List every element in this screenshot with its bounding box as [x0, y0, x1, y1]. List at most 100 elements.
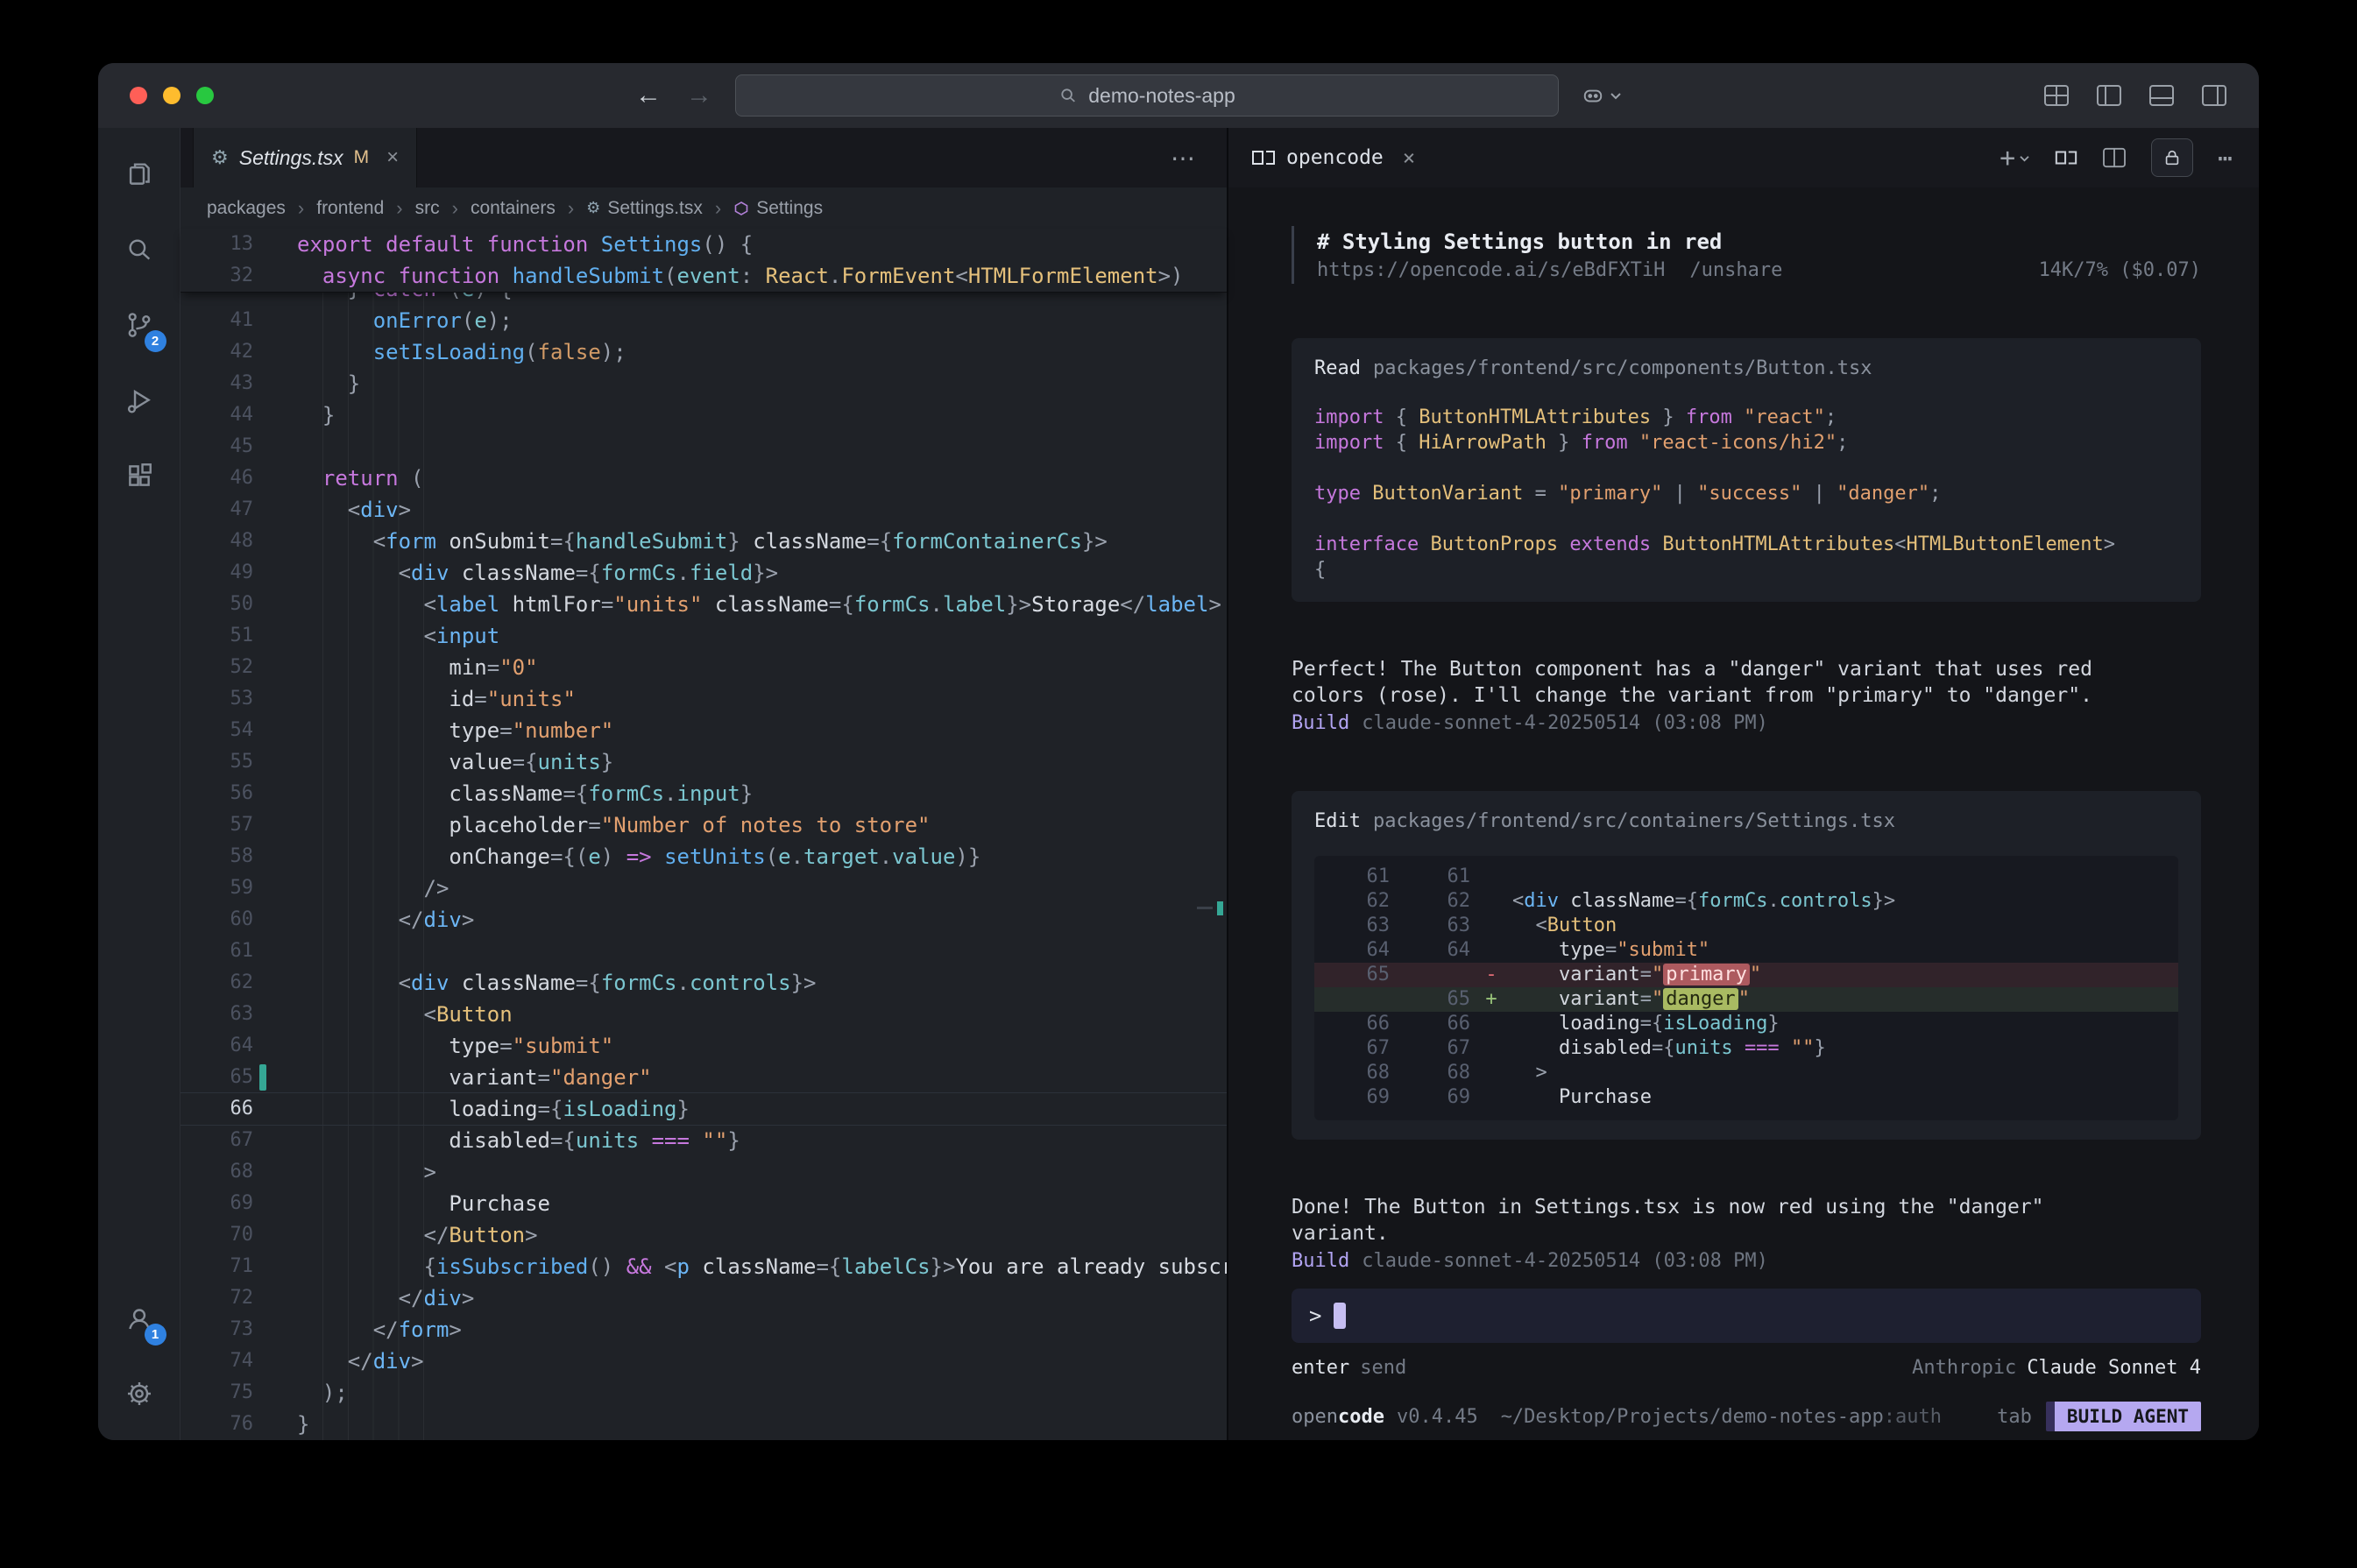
- code-line[interactable]: 49 <div className={formCs.field}>: [180, 557, 1227, 589]
- code-line[interactable]: 48 <form onSubmit={handleSubmit} classNa…: [180, 526, 1227, 557]
- code-line[interactable]: 57 placeholder="Number of notes to store…: [180, 809, 1227, 841]
- diff-row: 6363 <Button: [1314, 914, 2178, 938]
- code-line[interactable]: 65 variant="danger": [180, 1062, 1227, 1093]
- search-sidebar-button[interactable]: [98, 212, 180, 287]
- extensions-button[interactable]: [98, 438, 180, 513]
- panel-tab-opencode[interactable]: opencode ×: [1251, 145, 1415, 170]
- code-line[interactable]: 72 </div>: [180, 1282, 1227, 1314]
- sticky-line[interactable]: 13export default function Settings() {: [180, 229, 1227, 260]
- model-timestamp: claude-sonnet-4-20250514 (03:08 PM): [1362, 712, 1768, 734]
- diff-old-line-number: 63: [1314, 914, 1390, 938]
- breadcrumb-label: src: [415, 198, 440, 219]
- code-line[interactable]: 54 type="number": [180, 715, 1227, 746]
- code-text: value={units}: [297, 746, 613, 778]
- breadcrumb-item[interactable]: containers: [471, 198, 556, 219]
- code-line[interactable]: 67 disabled={units === ""}: [180, 1125, 1227, 1156]
- code-line[interactable]: 59 />: [180, 872, 1227, 904]
- diff-row: 65+ variant="danger": [1314, 987, 2178, 1012]
- sticky-line-number: 13: [180, 229, 297, 260]
- maximize-panel-toggle[interactable]: [2151, 138, 2193, 177]
- panel-code-line: type ButtonVariant = "primary" | "succes…: [1314, 481, 2178, 506]
- code-line[interactable]: 62 <div className={formCs.controls}>: [180, 967, 1227, 999]
- code-line[interactable]: 76}: [180, 1409, 1227, 1440]
- new-terminal-button[interactable]: +: [2000, 143, 2030, 173]
- code-line[interactable]: 56 className={formCs.input}: [180, 778, 1227, 809]
- opencode-menu-icon[interactable]: [2055, 149, 2077, 166]
- agent-mode-label: Build: [1292, 712, 1349, 734]
- code-line[interactable]: 60 </div>: [180, 904, 1227, 936]
- code-line[interactable]: 52 min="0": [180, 652, 1227, 683]
- agent-badge[interactable]: BUILD AGENT: [2046, 1402, 2201, 1431]
- code-line[interactable]: 66 loading={isLoading}: [180, 1093, 1227, 1125]
- breadcrumb-item[interactable]: src: [415, 198, 440, 219]
- code-line[interactable]: 70 </Button>: [180, 1219, 1227, 1251]
- accounts-button[interactable]: 1: [98, 1281, 180, 1356]
- breadcrumb-item[interactable]: frontend: [316, 198, 384, 219]
- code-line[interactable]: 44 }: [180, 399, 1227, 431]
- breadcrumb-item[interactable]: Settings: [733, 198, 823, 219]
- code-line[interactable]: 42 setIsLoading(false);: [180, 336, 1227, 368]
- diff-code: >: [1512, 1061, 1547, 1085]
- code-line[interactable]: 45: [180, 431, 1227, 463]
- breadcrumb-item[interactable]: packages: [207, 198, 286, 219]
- code-line[interactable]: 68 >: [180, 1156, 1227, 1188]
- code-line[interactable]: 73 </form>: [180, 1314, 1227, 1346]
- code-line[interactable]: 55 value={units}: [180, 746, 1227, 778]
- share-url[interactable]: https://opencode.ai/s/eBdFXTiH: [1317, 258, 1665, 284]
- code-line[interactable]: 69 Purchase: [180, 1188, 1227, 1219]
- code-line[interactable]: 61: [180, 936, 1227, 967]
- source-control-button[interactable]: 2: [98, 287, 180, 363]
- line-number: 69: [180, 1188, 297, 1219]
- more-tabs-icon[interactable]: ⋯: [1171, 144, 1195, 173]
- code-line[interactable]: 58 onChange={(e) => setUnits(e.target.va…: [180, 841, 1227, 872]
- command-center-search[interactable]: demo-notes-app: [735, 74, 1559, 117]
- code-line[interactable]: 74 </div>: [180, 1346, 1227, 1377]
- tab-close-icon[interactable]: ×: [386, 145, 399, 170]
- code-text: );: [297, 1377, 348, 1409]
- code-line[interactable]: 71 {isSubscribed() && <p className={labe…: [180, 1251, 1227, 1282]
- explorer-button[interactable]: [98, 137, 180, 212]
- code-line[interactable]: 63 <Button: [180, 999, 1227, 1030]
- run-debug-button[interactable]: [98, 363, 180, 438]
- code-line[interactable]: 53 id="units": [180, 683, 1227, 715]
- toggle-panel-icon[interactable]: [2148, 84, 2175, 107]
- tab-bar: ⚙ Settings.tsx M × ⋯: [180, 128, 1227, 187]
- code-line[interactable]: 41 onError(e);: [180, 305, 1227, 336]
- code-line[interactable]: 43 }: [180, 368, 1227, 399]
- zoom-window-button[interactable]: [196, 87, 214, 104]
- tab-settings-tsx[interactable]: ⚙ Settings.tsx M ×: [193, 128, 417, 187]
- code-lines: } catch (e) {41 onError(e);42 setIsLoadi…: [180, 293, 1227, 1440]
- code-line[interactable]: 75 );: [180, 1377, 1227, 1409]
- toggle-primary-sidebar-icon[interactable]: [2096, 84, 2122, 107]
- toggle-secondary-sidebar-icon[interactable]: [2201, 84, 2227, 107]
- diff-marker: [1470, 914, 1512, 938]
- sticky-line[interactable]: 32 async function handleSubmit(event: Re…: [180, 260, 1227, 292]
- code-line[interactable]: } catch (e) {: [180, 293, 1227, 305]
- split-terminal-icon[interactable]: [2102, 147, 2127, 168]
- line-number: 57: [180, 809, 297, 841]
- panel-more-actions-icon[interactable]: ⋯: [2218, 144, 2233, 173]
- settings-gear-button[interactable]: [98, 1356, 180, 1431]
- code-line[interactable]: 47 <div>: [180, 494, 1227, 526]
- diff-new-line-number: [1390, 963, 1470, 987]
- panel-tab-close-icon[interactable]: ×: [1403, 145, 1415, 170]
- diff-code: <Button: [1512, 914, 1617, 938]
- customize-layout-icon[interactable]: [2043, 84, 2070, 107]
- diff-marker: [1470, 1085, 1512, 1110]
- chevron-down-icon: [2019, 154, 2030, 162]
- forward-button[interactable]: →: [686, 81, 712, 110]
- code-line[interactable]: 50 <label htmlFor="units" className={for…: [180, 589, 1227, 620]
- minimize-window-button[interactable]: [163, 87, 180, 104]
- code-editor[interactable]: } catch (e) {41 onError(e);42 setIsLoadi…: [180, 293, 1227, 1440]
- copilot-button[interactable]: [1582, 84, 1622, 107]
- editor-group: ⚙ Settings.tsx M × ⋯ packages›frontend›s…: [180, 128, 1227, 1440]
- titlebar[interactable]: ← → demo-notes-app: [98, 63, 2259, 128]
- close-window-button[interactable]: [130, 87, 147, 104]
- code-line[interactable]: 46 return (: [180, 463, 1227, 494]
- breadcrumb-item[interactable]: ⚙Settings.tsx: [586, 198, 703, 219]
- code-line[interactable]: 64 type="submit": [180, 1030, 1227, 1062]
- panel-code-line: import { HiArrowPath } from "react-icons…: [1314, 430, 2178, 456]
- back-button[interactable]: ←: [635, 81, 662, 110]
- prompt-input[interactable]: >: [1292, 1289, 2201, 1343]
- code-line[interactable]: 51 <input: [180, 620, 1227, 652]
